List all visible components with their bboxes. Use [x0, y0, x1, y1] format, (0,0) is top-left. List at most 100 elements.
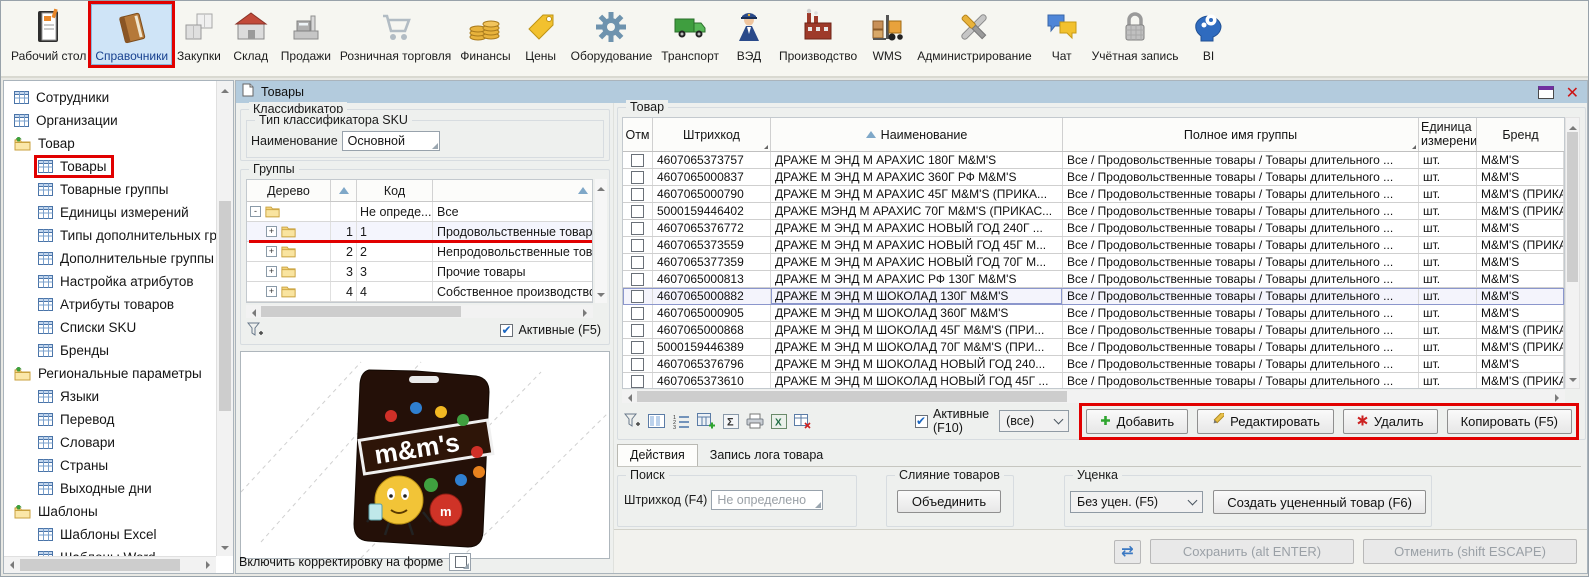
sidebar-item[interactable]: Региональные параметры	[10, 362, 215, 385]
save-button[interactable]: Сохранить (alt ENTER)	[1150, 539, 1354, 564]
sidebar-item[interactable]: Типы дополнительных груп	[10, 224, 215, 247]
toolbar-item-purchases[interactable]: Закупки	[173, 4, 225, 65]
group-row[interactable]: + 3 3 Прочие товары	[247, 262, 592, 282]
cancel-button[interactable]: Отменить (shift ESCAPE)	[1363, 539, 1577, 564]
column-header-name[interactable]: Наименование	[771, 118, 1063, 151]
table-row[interactable]: 4607065000790 ДРАЖЕ М ЭНД М АРАХИС 45Г M…	[623, 186, 1564, 203]
scroll-down-arrow[interactable]	[221, 546, 229, 554]
row-checkbox[interactable]	[631, 290, 644, 303]
excel-export-icon[interactable]: X	[771, 414, 787, 429]
table-row[interactable]: 4607065000905 ДРАЖЕ М ЭНД М ШОКОЛАД 360Г…	[623, 305, 1564, 322]
toolbar-item-chat[interactable]: Чат	[1037, 4, 1087, 65]
toolbar-item-sales[interactable]: Продажи	[277, 4, 335, 65]
column-header-mark[interactable]: Отм	[623, 118, 653, 151]
row-checkbox[interactable]	[631, 154, 644, 167]
sidebar-item[interactable]: Шаблоны Excel	[10, 523, 215, 546]
toolbar-item-customs[interactable]: ВЭД	[724, 4, 774, 65]
toolbar-item-references[interactable]: Справочники	[91, 4, 172, 65]
toolbar-item-equipment[interactable]: Оборудование	[567, 4, 657, 65]
form-adjust-checkbox[interactable]	[449, 553, 471, 571]
toolbar-item-administration[interactable]: Администрирование	[913, 4, 1035, 65]
scroll-up-arrow[interactable]	[597, 183, 605, 191]
toolbar-item-production[interactable]: Производство	[775, 4, 861, 65]
scroll-left-arrow[interactable]	[6, 561, 14, 569]
row-checkbox[interactable]	[631, 188, 644, 201]
table-row[interactable]: 4607065000813 ДРАЖЕ М ЭНД М АРАХИС РФ 13…	[623, 271, 1564, 288]
scroll-left-arrow[interactable]	[624, 394, 632, 402]
scroll-right-arrow[interactable]	[583, 309, 591, 317]
toolbar-item-desktop[interactable]: Рабочий стол	[7, 4, 90, 65]
row-checkbox[interactable]	[631, 171, 644, 184]
table-row[interactable]: 4607065376796 ДРАЖЕ М ЭНД М ШОКОЛАД НОВЫ…	[623, 356, 1564, 373]
toolbar-item-retail[interactable]: Розничная торговля	[336, 4, 455, 65]
table-row[interactable]: 4607065000882 ДРАЖЕ М ЭНД М ШОКОЛАД 130Г…	[623, 288, 1564, 305]
reset-table-icon[interactable]	[794, 414, 812, 429]
toolbar-item-wms[interactable]: WMS	[862, 4, 912, 65]
groups-horizontal-scrollbar[interactable]	[246, 305, 593, 318]
group-row[interactable]: + 2 2 Непродовольственные товар	[247, 242, 592, 262]
table-row[interactable]: 4607065000868 ДРАЖЕ М ЭНД М ШОКОЛАД 45Г …	[623, 322, 1564, 339]
sidebar-item[interactable]: Единицы измерений	[10, 201, 215, 224]
merge-button[interactable]: Объединить	[897, 490, 1001, 513]
sidebar-item[interactable]: Бренды	[10, 339, 215, 362]
table-row[interactable]: 4607065000837 ДРАЖЕ М ЭНД М АРАХИС 360Г …	[623, 169, 1564, 186]
sidebar-item[interactable]: Словари	[10, 431, 215, 454]
column-header-tree[interactable]: Дерево	[247, 180, 331, 201]
column-header-unit[interactable]: Единица измерения	[1419, 118, 1477, 151]
sidebar-item[interactable]: Сотрудники	[10, 86, 215, 109]
toolbar-item-account[interactable]: Учётная запись	[1088, 4, 1183, 65]
sidebar-horizontal-scrollbar[interactable]	[4, 556, 216, 573]
table-row[interactable]: 4607065373610 ДРАЖЕ М ЭНД М ШОКОЛАД НОВЫ…	[623, 373, 1564, 389]
print-icon[interactable]	[746, 413, 764, 429]
scrollbar-thumb[interactable]	[20, 559, 180, 571]
group-row[interactable]: + 1 1 Продовольственные товары	[247, 222, 592, 242]
toolbar-item-transport[interactable]: Транспорт	[657, 4, 723, 65]
table-row[interactable]: 4607065377359 ДРАЖЕ М ЭНД М АРАХИС НОВЫЙ…	[623, 254, 1564, 271]
add-button[interactable]: Добавить	[1086, 409, 1188, 434]
sidebar-item[interactable]: Страны	[10, 454, 215, 477]
scroll-down-arrow[interactable]	[597, 293, 605, 301]
column-header-barcode[interactable]: Штрихкод	[653, 118, 771, 151]
toolbar-item-prices[interactable]: Цены	[516, 4, 566, 65]
scroll-up-arrow[interactable]	[1569, 122, 1577, 130]
table-row[interactable]: 5000159446402 ДРАЖЕ МЭНД М АРАХИС 70Г M&…	[623, 203, 1564, 220]
group-row[interactable]: - Не опреде... Все	[247, 202, 592, 222]
document-tab-title[interactable]: Товары	[261, 85, 304, 99]
table-row[interactable]: 5000159446389 ДРАЖЕ М ЭНД М ШОКОЛАД 70Г …	[623, 339, 1564, 356]
scroll-left-arrow[interactable]	[248, 309, 256, 317]
tree-expander-icon[interactable]: +	[266, 226, 277, 237]
sidebar-item[interactable]: Атрибуты товаров	[10, 293, 215, 316]
toolbar-item-finance[interactable]: Финансы	[456, 4, 514, 65]
row-checkbox[interactable]	[631, 273, 644, 286]
tree-expander-icon[interactable]: +	[266, 246, 277, 257]
row-checkbox[interactable]	[631, 222, 644, 235]
scroll-right-arrow[interactable]	[1555, 394, 1563, 402]
tree-expander-icon[interactable]: +	[266, 286, 277, 297]
create-markdown-product-button[interactable]: Создать уцененный товар (F6)	[1213, 490, 1426, 514]
row-checkbox[interactable]	[631, 341, 644, 354]
delete-button[interactable]: Удалить	[1343, 409, 1438, 434]
tree-expander-icon[interactable]: +	[266, 266, 277, 277]
products-horizontal-scrollbar[interactable]	[622, 390, 1565, 403]
tab-product-log[interactable]: Запись лога товара	[698, 445, 835, 466]
sidebar-item[interactable]: Выходные дни	[10, 477, 215, 500]
markdown-dropdown[interactable]: Без уцен. (F5)	[1070, 491, 1203, 513]
numbered-list-icon[interactable]: 123	[673, 414, 690, 429]
row-checkbox[interactable]	[631, 205, 644, 218]
edit-button[interactable]: Редактировать	[1197, 409, 1334, 434]
group-row[interactable]: + 4 4 Собственное производство	[247, 282, 592, 302]
table-row[interactable]: 4607065373757 ДРАЖЕ М ЭНД М АРАХИС 180Г …	[623, 152, 1564, 169]
scroll-up-arrow[interactable]	[221, 85, 229, 93]
column-header-name[interactable]	[433, 180, 592, 201]
sync-button[interactable]: ⇄	[1114, 540, 1141, 564]
sidebar-item[interactable]: Настройка атрибутов	[10, 270, 215, 293]
scrollbar-thumb[interactable]	[219, 201, 231, 411]
table-row[interactable]: 4607065373559 ДРАЖЕ М ЭНД М АРАХИС НОВЫЙ…	[623, 237, 1564, 254]
sidebar-item[interactable]: Языки	[10, 385, 215, 408]
sidebar-item[interactable]: Товар	[10, 132, 215, 155]
sum-icon[interactable]: Σ	[723, 414, 739, 429]
sidebar-item[interactable]: Списки SKU	[10, 316, 215, 339]
column-header-brand[interactable]: Бренд	[1477, 118, 1564, 151]
sidebar-item[interactable]: Товарные группы	[10, 178, 215, 201]
row-checkbox[interactable]	[631, 239, 644, 252]
